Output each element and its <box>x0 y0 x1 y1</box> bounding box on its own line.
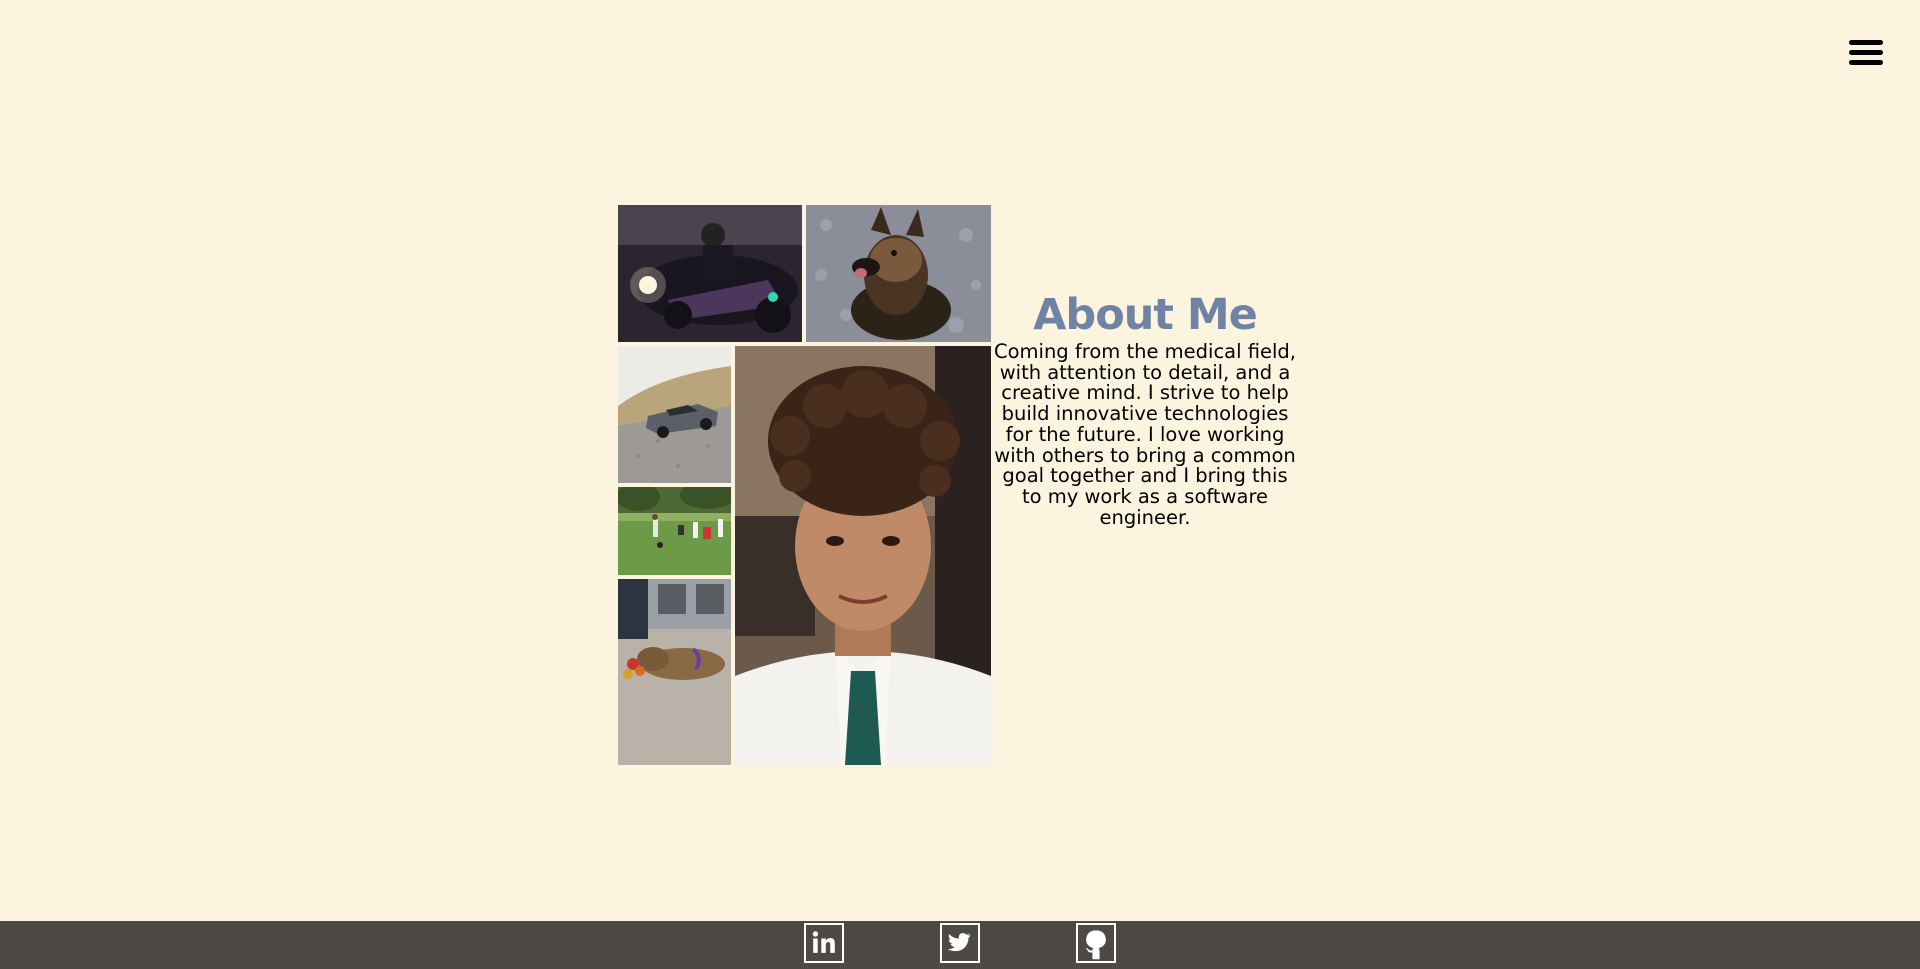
about-section: About Me Coming from the medical field, … <box>990 288 1300 528</box>
photo-collage <box>618 205 991 765</box>
photo-sports-car <box>618 346 731 483</box>
menu-icon-bar <box>1849 40 1883 45</box>
menu-icon-bar <box>1849 60 1883 65</box>
twitter-link[interactable] <box>940 923 980 963</box>
photo-puppy <box>618 579 731 765</box>
hamburger-menu-button[interactable] <box>1846 38 1886 68</box>
footer <box>0 921 1920 969</box>
menu-icon-bar <box>1849 50 1883 55</box>
photo-golf-field <box>618 487 731 575</box>
about-bio: Coming from the medical field, with atte… <box>993 340 1297 529</box>
linkedin-link[interactable] <box>804 923 844 963</box>
github-link[interactable] <box>1076 923 1116 963</box>
photo-motorcycle <box>618 205 802 342</box>
linkedin-icon <box>812 931 835 953</box>
photo-portrait <box>735 346 991 765</box>
github-icon <box>1085 930 1106 960</box>
about-title: About Me <box>1033 290 1258 340</box>
twitter-icon <box>947 933 971 952</box>
photo-german-shepherd <box>806 205 991 342</box>
